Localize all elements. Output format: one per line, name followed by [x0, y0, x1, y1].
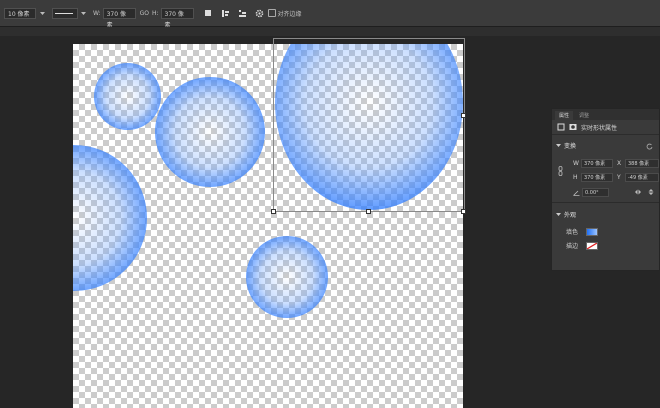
transform-handle[interactable] [366, 209, 371, 214]
panel-divider [552, 202, 659, 203]
width-row: W 370 像素 [573, 159, 613, 168]
angle-icon [573, 190, 580, 196]
height-label: H: [151, 9, 159, 17]
path-operations-icon[interactable] [204, 9, 213, 18]
fill-swatch[interactable] [586, 227, 599, 236]
stroke-style-dropdown[interactable] [52, 7, 78, 19]
transform-handle[interactable] [271, 209, 276, 214]
height-field[interactable]: 370 像素 [160, 7, 194, 29]
flip-vertical-icon[interactable] [647, 188, 655, 196]
transform-handle[interactable] [461, 209, 466, 214]
chevron-down-icon[interactable] [79, 9, 88, 18]
height-row: H 370 像素 [573, 173, 613, 182]
chevron-down-icon [556, 144, 561, 147]
shape-circle[interactable] [246, 236, 328, 318]
gear-icon[interactable] [255, 9, 264, 18]
stroke-label: 描边 [566, 243, 579, 250]
reset-icon[interactable] [645, 142, 654, 151]
stroke-size-field[interactable]: 10 像素 [4, 7, 36, 19]
mask-icon [569, 124, 577, 130]
width-label: W: [93, 9, 101, 17]
flip-horizontal-icon[interactable] [634, 188, 642, 196]
tab-adjustments[interactable]: 调整 [575, 111, 593, 120]
y-field[interactable]: -49 像素 [625, 173, 659, 182]
angle-field[interactable]: 0.00° [582, 188, 609, 197]
stroke-row: 描边 [566, 241, 599, 250]
fill-row: 填色 [566, 227, 599, 236]
transform-section-title: 变换 [564, 143, 577, 150]
y-label: Y [617, 174, 621, 181]
shape-type-label: 实时形状属性 [581, 124, 618, 132]
link-dimensions-button[interactable]: GO [140, 10, 149, 17]
transform-handle[interactable] [461, 113, 466, 118]
height-field[interactable]: 370 像素 [581, 173, 613, 182]
align-edges-checkbox[interactable] [267, 9, 276, 17]
panel-tabs: 属性 调整 [552, 109, 659, 120]
transform-icon [557, 123, 565, 131]
shape-circle[interactable] [155, 77, 265, 187]
selection-bounding-box[interactable] [273, 38, 465, 212]
chevron-down-icon [556, 213, 561, 216]
y-row: Y -49 像素 [617, 173, 659, 182]
path-arrangement-icon[interactable] [238, 9, 247, 18]
appearance-section-header[interactable]: 外观 [552, 209, 660, 220]
dropdown-arrow-icon[interactable] [38, 9, 47, 18]
align-edges-label: 对齐边缘 [277, 10, 302, 18]
shape-circle[interactable] [73, 145, 147, 291]
width-field[interactable]: 370 像素 [102, 7, 136, 29]
transform-section-header[interactable]: 变换 [552, 140, 660, 151]
path-alignment-icon[interactable] [221, 9, 230, 18]
width-field[interactable]: 370 像素 [581, 159, 613, 168]
tab-properties[interactable]: 属性 [555, 111, 574, 120]
stroke-swatch[interactable] [586, 241, 599, 250]
shape-type-row: 实时形状属性 [552, 120, 659, 135]
document-tab-strip [0, 27, 660, 36]
x-label: X [617, 160, 622, 167]
appearance-section-title: 外观 [564, 212, 577, 219]
flip-buttons [634, 188, 655, 196]
angle-row: 0.00° [573, 188, 609, 197]
height-label: H [573, 174, 578, 181]
stroke-line-icon [55, 12, 73, 14]
shape-circle[interactable] [94, 63, 161, 130]
x-field[interactable]: 388 像素 [625, 159, 659, 168]
properties-panel: 属性 调整 实时形状属性 变换 W 370 像素 X 388 像素 H 370 … [551, 108, 660, 271]
fill-label: 填色 [566, 229, 579, 236]
options-bar: 10 像素 W: 370 像素 GO H: 370 像素 对齐边缘 [0, 0, 660, 29]
width-label: W [573, 160, 579, 167]
x-row: X 388 像素 [617, 159, 659, 168]
link-icon[interactable] [558, 166, 563, 178]
